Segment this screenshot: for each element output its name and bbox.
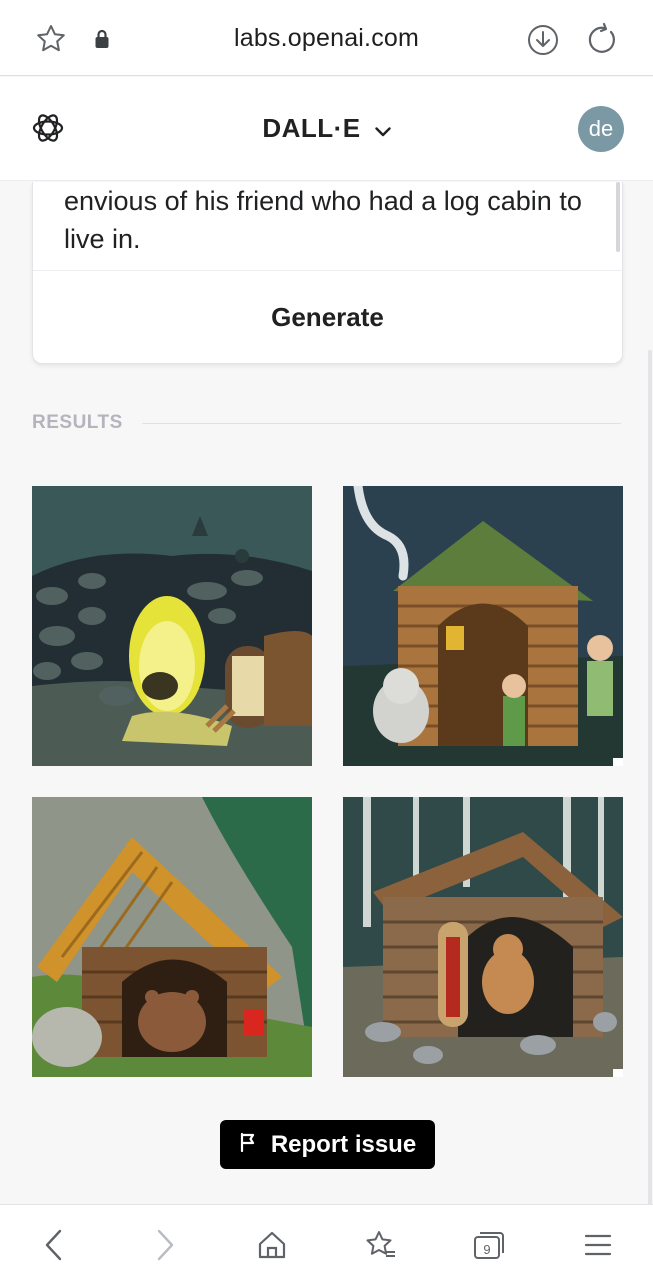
report-issue-label: Report issue: [270, 1130, 417, 1158]
app-title[interactable]: DALL·E: [0, 113, 653, 144]
tab-count: 9: [483, 1242, 490, 1257]
back-icon[interactable]: [34, 1225, 74, 1265]
reload-icon[interactable]: [584, 21, 620, 57]
chevron-down-icon: [374, 113, 391, 144]
results-heading: RESULTS: [32, 412, 123, 433]
report-issue-button[interactable]: Report issue: [220, 1120, 435, 1169]
prompt-textarea[interactable]: envious of his friend who had a log cabi…: [64, 182, 584, 258]
divider: [142, 423, 621, 424]
forward-icon[interactable]: [145, 1225, 185, 1265]
generate-button[interactable]: Generate: [33, 271, 622, 363]
flag-icon: [239, 1131, 259, 1159]
result-image-1[interactable]: [32, 486, 312, 766]
star-icon[interactable]: [34, 22, 68, 56]
result-image-4[interactable]: [343, 797, 623, 1077]
prompt-card: envious of his friend who had a log cabi…: [32, 182, 623, 364]
browser-bottom-nav: 9: [0, 1204, 653, 1280]
page-scrollbar[interactable]: [648, 350, 652, 1210]
home-icon[interactable]: [252, 1225, 292, 1265]
favorites-icon[interactable]: [361, 1225, 401, 1265]
url-text[interactable]: labs.openai.com: [150, 24, 503, 53]
prompt-scrollbar[interactable]: [616, 182, 620, 252]
lock-icon: [92, 28, 112, 50]
menu-icon[interactable]: [578, 1225, 618, 1265]
result-image-2[interactable]: [343, 486, 623, 766]
avatar[interactable]: de: [578, 106, 624, 152]
app-title-text: DALL·E: [262, 113, 361, 143]
tabs-icon[interactable]: 9: [469, 1225, 509, 1265]
browser-url-bar: labs.openai.com: [0, 0, 653, 76]
result-image-3[interactable]: [32, 797, 312, 1077]
download-icon[interactable]: [525, 22, 561, 58]
